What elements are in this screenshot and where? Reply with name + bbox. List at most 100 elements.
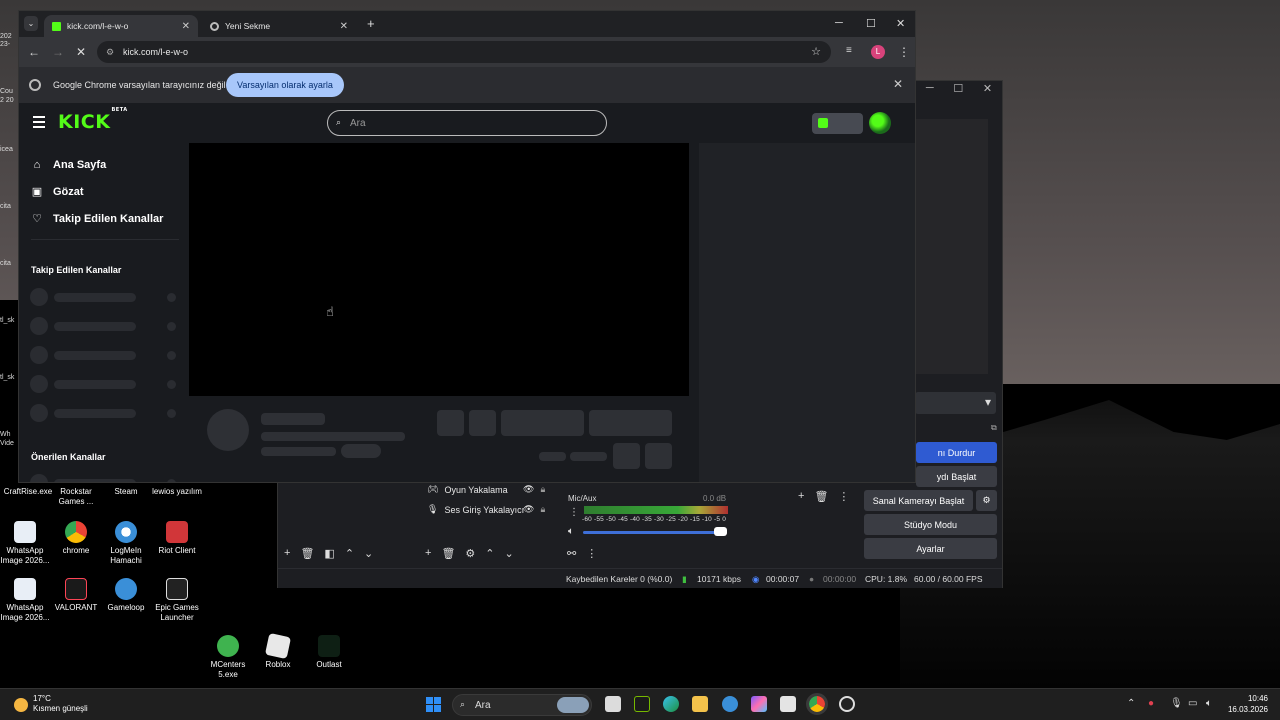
- hamachi-taskbar-icon[interactable]: [722, 696, 738, 712]
- store-icon[interactable]: [780, 696, 796, 712]
- sidebar-item-browse[interactable]: ▣ Gözat: [31, 186, 84, 198]
- eye-icon[interactable]: 👁︎: [523, 484, 534, 495]
- lock-icon[interactable]: 🔒︎: [540, 484, 545, 495]
- file-explorer-icon[interactable]: [692, 696, 708, 712]
- task-view-icon[interactable]: [605, 696, 621, 712]
- minimize-icon[interactable]: ─: [835, 17, 843, 29]
- address-bar[interactable]: ⚙ kick.com/l-e-w-o ☆: [97, 41, 831, 63]
- source-item[interactable]: 🎮︎ Oyun Yakalama: [427, 484, 508, 495]
- volume-slider[interactable]: [583, 531, 725, 534]
- close-icon[interactable]: ✕: [182, 21, 190, 32]
- new-tab-button[interactable]: +: [367, 16, 375, 31]
- studio-mode-button[interactable]: Stüdyo Modu: [864, 514, 997, 535]
- bookmark-star-icon[interactable]: ☆: [811, 45, 821, 58]
- kebab-icon[interactable]: ⋮: [569, 507, 579, 518]
- sidebar-item-label: Takip Edilen Kanallar: [53, 213, 164, 225]
- link-icon[interactable]: ⚯: [567, 547, 576, 560]
- desktop-icon-whatsapp-image[interactable]: WhatsApp Image 2026...: [0, 578, 53, 623]
- virtual-camera-button[interactable]: Sanal Kamerayı Başlat: [864, 490, 973, 511]
- maximize-icon[interactable]: ☐: [953, 82, 963, 98]
- volume-icon[interactable]: 🔈︎: [1206, 698, 1212, 709]
- maximize-icon[interactable]: ☐: [866, 17, 876, 30]
- chevron-up-icon[interactable]: ⌃: [485, 547, 494, 560]
- virtual-camera-settings-button[interactable]: ⚙: [976, 490, 997, 511]
- desktop-icon-riot[interactable]: Riot Client: [149, 521, 205, 556]
- set-default-button[interactable]: Varsayılan olarak ayarla: [226, 73, 344, 97]
- edge-icon[interactable]: [663, 696, 679, 712]
- desktop-icon-chrome[interactable]: chrome: [48, 521, 104, 556]
- chevron-up-icon[interactable]: ⌃: [345, 547, 354, 560]
- add-icon[interactable]: +: [284, 547, 290, 560]
- search-input[interactable]: ⌕ Ara: [327, 110, 607, 136]
- add-icon[interactable]: +: [425, 547, 431, 560]
- source-item[interactable]: 🎙︎ Ses Giriş Yakalayıcı: [427, 504, 524, 515]
- kick-header-button[interactable]: [812, 113, 863, 134]
- tab-kick[interactable]: kick.com/l-e-w-o ✕: [44, 15, 198, 37]
- desktop-icon-gameloop[interactable]: Gameloop: [98, 578, 154, 613]
- close-icon[interactable]: ✕: [340, 21, 348, 32]
- undock-icon[interactable]: ⧉: [991, 423, 997, 433]
- copilot-icon[interactable]: [751, 696, 767, 712]
- close-icon[interactable]: ✕: [983, 82, 992, 98]
- tab-search-button[interactable]: ⌄: [24, 16, 38, 31]
- taskbar-search[interactable]: ⌕ Ara: [452, 694, 592, 716]
- media-queue-icon[interactable]: ≡: [846, 45, 852, 56]
- obs-taskbar-icon[interactable]: [839, 696, 855, 712]
- desktop-icon-mcenters[interactable]: MCenters 5.exe: [200, 635, 256, 680]
- start-record-button[interactable]: ydı Başlat: [916, 466, 997, 487]
- profile-avatar[interactable]: L: [871, 45, 885, 59]
- chevron-up-icon[interactable]: ⌃: [1127, 698, 1135, 709]
- speaker-icon[interactable]: 🔈︎: [568, 526, 574, 537]
- desktop-icon-epic[interactable]: Epic Games Launcher: [149, 578, 205, 623]
- sidebar-item-following[interactable]: ♡ Takip Edilen Kanallar: [31, 213, 163, 225]
- eye-icon[interactable]: 👁︎: [523, 504, 534, 515]
- desktop-icon-rockstar[interactable]: Rockstar Games ...: [48, 487, 104, 507]
- add-icon[interactable]: +: [798, 490, 804, 503]
- forward-icon[interactable]: →: [52, 45, 64, 59]
- obs-transition-select[interactable]: [915, 392, 996, 414]
- gear-icon[interactable]: ⚙: [465, 547, 475, 560]
- desktop-icon-steam[interactable]: Steam: [98, 487, 154, 497]
- kebab-menu-icon[interactable]: ⋮: [898, 45, 910, 59]
- user-avatar[interactable]: [869, 112, 891, 134]
- desktop-icon-whatsapp-image[interactable]: WhatsApp Image 2026...: [0, 521, 53, 566]
- chevron-down-icon[interactable]: ⌄: [364, 547, 373, 560]
- clock[interactable]: 10:46 16.03.2026: [1222, 693, 1268, 715]
- nvidia-icon[interactable]: [634, 696, 650, 712]
- trash-icon[interactable]: 🗑︎: [300, 547, 314, 560]
- stop-loading-icon[interactable]: ✕: [76, 45, 86, 59]
- trash-icon[interactable]: 🗑︎: [814, 490, 828, 503]
- video-player[interactable]: [189, 143, 689, 396]
- search-icon: ⌕: [336, 117, 342, 127]
- text-skeleton: [261, 413, 325, 425]
- hamburger-menu-icon[interactable]: [33, 116, 45, 131]
- desktop-icon-outlast[interactable]: Outlast: [301, 635, 357, 670]
- close-icon[interactable]: ✕: [893, 77, 903, 91]
- chevron-down-icon[interactable]: ⌄: [505, 547, 514, 560]
- desktop-icon-hamachi[interactable]: LogMeIn Hamachi: [98, 521, 154, 566]
- chrome-taskbar-icon[interactable]: [806, 693, 828, 715]
- desktop-icon-roblox[interactable]: Roblox: [250, 632, 306, 670]
- tab-new[interactable]: Yeni Sekme ✕: [202, 15, 356, 37]
- desktop-icon-lewios[interactable]: lewios yazılım: [149, 487, 205, 497]
- trash-icon[interactable]: 🗑︎: [441, 547, 455, 560]
- close-icon[interactable]: ✕: [896, 17, 905, 30]
- sidebar-item-home[interactable]: ⌂ Ana Sayfa: [31, 159, 107, 171]
- lock-icon[interactable]: 🔒︎: [540, 504, 545, 515]
- tray-app-icon[interactable]: ●: [1148, 698, 1154, 709]
- minimize-icon[interactable]: ─: [926, 82, 934, 98]
- microphone-icon[interactable]: 🎙︎: [1170, 698, 1183, 709]
- source-controls: 👁︎ 🔒︎: [523, 504, 545, 515]
- filter-icon[interactable]: ◧: [324, 547, 334, 560]
- settings-button[interactable]: Ayarlar: [864, 538, 997, 559]
- kebab-icon[interactable]: ⋮: [586, 547, 597, 560]
- start-button[interactable]: [426, 697, 441, 712]
- back-icon[interactable]: ←: [28, 45, 40, 59]
- desktop-icon-valorant[interactable]: VALORANT: [48, 578, 104, 613]
- stop-stream-button[interactable]: nı Durdur: [916, 442, 997, 463]
- site-settings-icon[interactable]: ⚙: [106, 47, 114, 58]
- kebab-icon[interactable]: ⋮: [838, 490, 849, 503]
- kick-logo[interactable]: KICKBETA: [58, 107, 127, 133]
- network-icon[interactable]: ▭: [1188, 698, 1197, 709]
- volume-slider-handle[interactable]: [714, 527, 727, 536]
